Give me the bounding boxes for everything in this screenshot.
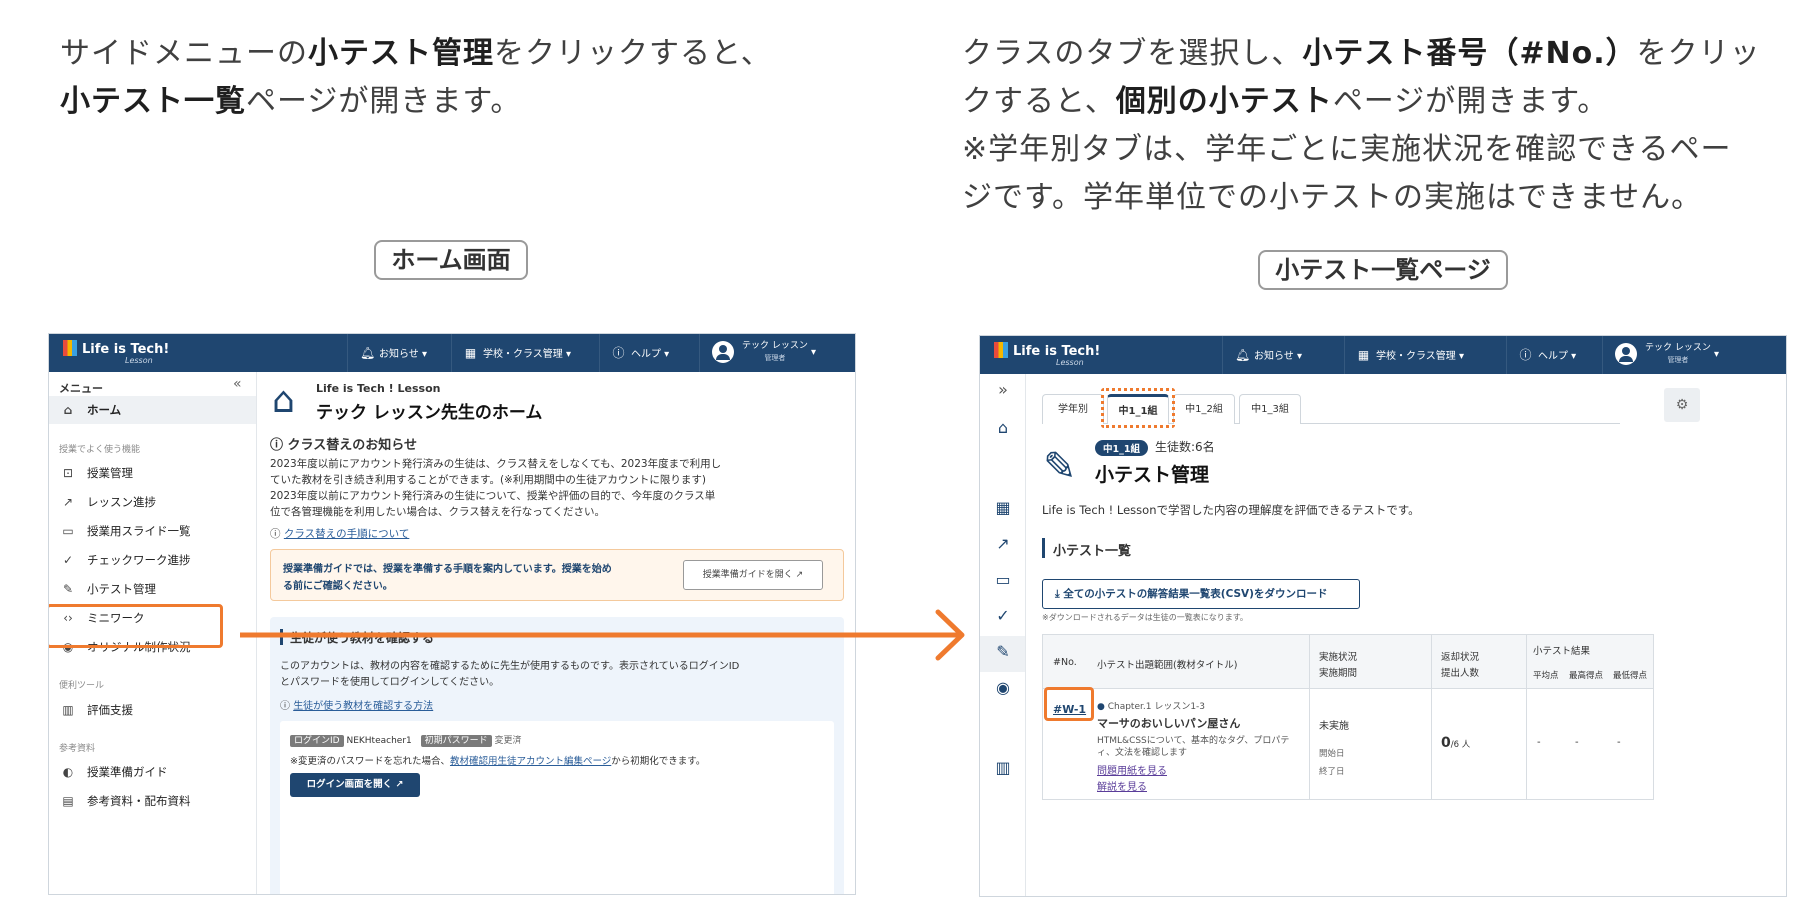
quiz-chapter: ● Chapter.1 レッスン1-3 [1097,702,1206,712]
sidebar-item-progress[interactable]: ↗ レッスン進捗 [49,488,256,516]
student-count: 生徒数:6名 [1155,440,1215,454]
submission-count: 0/6 人 [1441,735,1471,751]
check-circle-icon[interactable]: ✓ [994,606,1012,625]
user-menu[interactable]: テック レッスン 管理者 ▾ [699,334,855,372]
view-answer-link[interactable]: 解説を見る [1097,778,1147,793]
csv-note: ※ダウンロードされるデータは生徒の一覧表になります。 [1042,613,1248,622]
open-login-button[interactable]: ログイン画面を開く ↗ [290,773,420,797]
building-icon: ▦ [1357,348,1370,362]
check-circle-icon: ✓ [62,553,74,567]
user-avatar-icon [1615,343,1637,365]
sidebar-item-evaluation[interactable]: ▥ 評価支援 [49,696,256,724]
expand-icon[interactable]: » [994,380,1012,399]
presentation-icon: ▭ [62,524,74,538]
question-icon: ⓘ [1519,348,1532,362]
shield-icon: ◐ [62,765,74,779]
view-question-link[interactable]: 問題用紙を見る [1097,762,1167,777]
topbar: Life is Tech! Lesson 🔔︎ お知らせ ▾ ▦ 学校・クラス管理 ▾… [980,336,1786,374]
login-id-row: ログインID NEKHteacher1 初期パスワード 変更済 [290,733,522,747]
collapse-icon[interactable]: « [233,376,242,392]
login-info-box: ログインID NEKHteacher1 初期パスワード 変更済 ※変更済のパスワ… [280,721,834,894]
home-icon: ⌂ [63,403,73,417]
logo: Life is Tech! Lesson [994,342,1100,367]
tab-class-1-2[interactable]: 中1_2組 [1173,394,1235,424]
document-icon: ▤ [62,794,74,808]
open-guide-button[interactable]: 授業準備ガイドを開く ↗ [683,560,823,590]
notifications-menu[interactable]: 🔔︎ お知らせ ▾ [347,334,451,372]
quiz-title: 小テスト管理 [1095,464,1210,486]
sidebar-group-label: 参考資料 [59,744,96,754]
palette-icon[interactable]: ◉ [994,678,1012,697]
menu-title: メニュー [59,382,103,395]
right-caption: クラスのタブを選択し、小テスト番号（#No.）をクリッ クすると、個別の小テスト… [962,36,1761,215]
question-icon: ⓘ [280,701,294,712]
question-icon: ⓘ [270,528,284,540]
trend-icon: ↗ [62,495,74,509]
quiz-name: マーサのおいしいパン屋さん [1097,717,1241,730]
quiz-status: 未実施 [1319,721,1349,732]
help-menu[interactable]: ⓘ ヘルプ ▾ [1506,336,1602,374]
guide-panel: 授業準備ガイドでは、授業を準備する手順を案内しています。授業を始め る前にご確認… [270,549,844,601]
tab-class-1-3[interactable]: 中1_3組 [1239,394,1301,424]
user-menu[interactable]: テック レッスン 管理者 ▾ [1602,336,1786,374]
quiz-main: 学年別 中1_1組 中1_2組 中1_3組 ⚙ ✎ 中1_1組 生徒数:6名 小… [1027,374,1786,896]
bell-icon: 🔔︎ [1235,348,1251,362]
sidebar-item-guide[interactable]: ◐ 授業準備ガイド [49,758,256,786]
help-menu[interactable]: ⓘ ヘルプ ▾ [599,334,699,372]
sidebar-item-quiz[interactable]: ✎ 小テスト管理 [49,575,256,603]
home-title: テック レッスン先生のホーム [316,403,543,423]
class-badge: 中1_1組 [1095,440,1148,456]
building-icon: ▦ [464,346,477,360]
home-subtitle: Life is Tech ! Lesson [316,382,441,395]
user-avatar-icon [712,341,734,363]
quiz-list-screenshot: Life is Tech! Lesson 🔔︎ お知らせ ▾ ▦ 学校・クラス管理 ▾… [979,335,1787,897]
sidebar-group-label: 授業でよく使う機能 [59,445,141,455]
quiz-list-page-label: 小テスト一覧ページ [1258,250,1508,290]
chart-icon[interactable]: ▥ [994,758,1012,777]
sidebar-item-slides[interactable]: ▭ 授業用スライド一覧 [49,517,256,545]
school-class-menu[interactable]: ▦ 学校・クラス管理 ▾ [1344,336,1506,374]
home-large-icon: ⌂ [272,380,295,421]
gear-icon: ⚙ [1675,397,1689,413]
trend-icon[interactable]: ↗ [994,534,1012,553]
tab-grade[interactable]: 学年別 [1042,394,1104,424]
presentation-icon[interactable]: ▭ [994,570,1012,589]
sidebar-item-materials[interactable]: ▤ 参考資料・配布資料 [49,787,256,815]
info-icon: ⓘ [270,438,288,453]
quiz-menu-highlight [49,604,223,648]
sidebar-item-checkwork[interactable]: ✓ チェックワーク進捗 [49,546,256,574]
sidebar-item-lessons[interactable]: ⊡ 授業管理 [49,459,256,487]
pencil-icon[interactable]: ✎ [994,642,1012,661]
bell-icon: 🔔︎ [360,346,376,360]
school-class-menu[interactable]: ▦ 学校・クラス管理 ▾ [451,334,599,372]
topbar: Life is Tech! Lesson 🔔︎ お知らせ ▾ ▦ 学校・クラス管理 ▾… [49,334,855,372]
class-icon: ⊡ [62,466,74,480]
notice-title: ⓘ クラス替えのお知らせ [270,438,418,453]
pencil-icon: ✎ [62,582,74,596]
quiz-table: #No. 小テスト出題範囲(教材タイトル) 実施状況 実施期間 返却状況 提出人… [1042,634,1654,800]
class-tab-highlight [1101,388,1175,428]
logo: Life is Tech! Lesson [63,340,169,365]
arrow-connector [240,609,965,661]
password-note: ※変更済のパスワードを忘れた場合、教材確認用生徒アカウント編集ページから初期化で… [290,756,706,767]
quiz-list-title: 小テスト一覧 [1053,544,1132,559]
question-icon: ⓘ [612,346,625,360]
home-screen-label: ホーム画面 [374,240,528,280]
home-icon[interactable]: ⌂ [994,418,1012,437]
bullet-icon: ● [1097,702,1108,712]
materials-link[interactable]: ⓘ 生徒が使う教材を確認する方法 [280,697,433,712]
quiz-number-highlight [1044,687,1094,721]
csv-download-button[interactable]: ⤓ 全ての小テストの解答結果一覧表(CSV)をダウンロード [1042,579,1360,609]
quiz-large-icon: ✎ [1043,444,1077,490]
settings-button[interactable]: ⚙ [1664,388,1700,422]
sidebar-group-label: 便利ツール [59,681,105,691]
chart-icon: ▥ [62,703,74,717]
sidebar-item-home[interactable]: ⌂ ホーム [49,396,256,424]
calendar-icon[interactable]: ▦ [994,498,1012,517]
notifications-menu[interactable]: 🔔︎ お知らせ ▾ [1222,336,1344,374]
icon-rail: » ⌂ ▦ ↗ ▭ ✓ ✎ ◉ ▥ [980,374,1026,896]
quiz-description: Life is Tech ! Lessonで学習した内容の理解度を評価できるテス… [1042,503,1420,517]
left-caption: サイドメニューの小テスト管理をクリックすると、 小テスト一覧ページが開きます。 [60,36,772,119]
notice-link[interactable]: ⓘ クラス替えの手順について [270,526,409,541]
